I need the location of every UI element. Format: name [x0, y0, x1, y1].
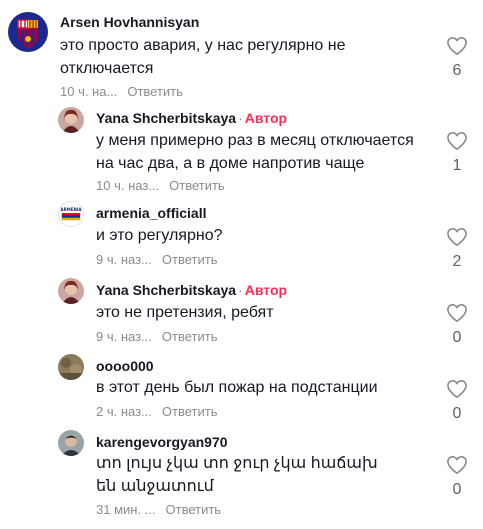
separator-dot: · — [238, 110, 243, 126]
like-button[interactable]: 0 — [442, 303, 472, 347]
like-button[interactable]: 0 — [442, 379, 472, 423]
heart-icon — [447, 304, 467, 322]
like-count: 0 — [452, 481, 462, 498]
reply-button[interactable]: Ответить — [162, 252, 218, 267]
comment-timestamp: 31 мин. ... — [96, 502, 156, 517]
reply-button[interactable]: Ответить — [166, 502, 222, 517]
author-badge: Автор — [244, 110, 288, 126]
comment-author[interactable]: Yana Shcherbitskaya · Автор — [96, 282, 287, 298]
like-button[interactable]: 2 — [442, 227, 472, 271]
reply-button[interactable]: Ответить — [127, 84, 183, 99]
comment-text: это просто авария, у нас регулярно не от… — [60, 37, 346, 77]
avatar-logo-text: ARMENIA — [60, 207, 82, 212]
comment-author[interactable]: armenia_officiall — [96, 205, 207, 221]
comment-timestamp: 2 ч. наз... — [96, 404, 152, 419]
comment-timestamp: 9 ч. наз... — [96, 329, 152, 344]
reply-button[interactable]: Ответить — [169, 178, 225, 193]
like-button[interactable]: 6 — [442, 36, 472, 80]
heart-icon — [447, 456, 467, 474]
comment-meta: 10 ч. наз... Ответить — [96, 178, 225, 193]
like-count: 0 — [452, 405, 462, 422]
comment-timestamp: 10 ч. на... — [60, 84, 118, 99]
comment-meta: 31 мин. ... Ответить — [96, 502, 221, 517]
comment-text: это не претензия, ребят — [96, 304, 274, 321]
comment-text: տո լույս չկա տո ջուր չկա հաճախ են անջատո… — [96, 455, 378, 495]
avatar[interactable] — [58, 430, 84, 456]
avatar[interactable] — [8, 12, 48, 52]
heart-icon — [447, 228, 467, 246]
avatar[interactable] — [58, 354, 84, 380]
like-count: 2 — [452, 253, 462, 270]
comment-text: и это регулярно? — [96, 227, 223, 244]
heart-icon — [447, 380, 467, 398]
author-badge: Автор — [244, 282, 288, 298]
comment-timestamp: 9 ч. наз... — [96, 252, 152, 267]
comment-meta: 9 ч. наз... Ответить — [96, 329, 217, 344]
comment-timestamp: 10 ч. наз... — [96, 178, 160, 193]
reply-button[interactable]: Ответить — [162, 329, 218, 344]
reply-button[interactable]: Ответить — [162, 404, 218, 419]
comment-meta: 2 ч. наз... Ответить — [96, 404, 217, 419]
heart-icon — [447, 37, 467, 55]
avatar[interactable] — [58, 107, 84, 133]
comment-author[interactable]: oooo000 — [96, 358, 154, 374]
like-button[interactable]: 0 — [442, 455, 472, 499]
comment-meta: 9 ч. наз... Ответить — [96, 252, 217, 267]
avatar[interactable]: ARMENIA — [58, 201, 84, 227]
comment-author[interactable]: Yana Shcherbitskaya · Автор — [96, 110, 287, 126]
like-count: 1 — [452, 157, 462, 174]
avatar[interactable] — [58, 278, 84, 304]
comment-text: у меня примерно раз в месяц отключается … — [96, 132, 414, 172]
comment-author[interactable]: karengevorgyan970 — [96, 434, 228, 450]
comment-meta: 10 ч. на... Ответить — [60, 84, 183, 99]
comment-text: в этот день был пожар на подстанции — [96, 379, 378, 396]
comment-author[interactable]: Arsen Hovhannisyan — [60, 14, 199, 30]
separator-dot: · — [238, 282, 243, 298]
like-button[interactable]: 1 — [442, 131, 472, 175]
heart-icon — [447, 132, 467, 150]
like-count: 0 — [452, 329, 462, 346]
like-count: 6 — [452, 62, 462, 79]
